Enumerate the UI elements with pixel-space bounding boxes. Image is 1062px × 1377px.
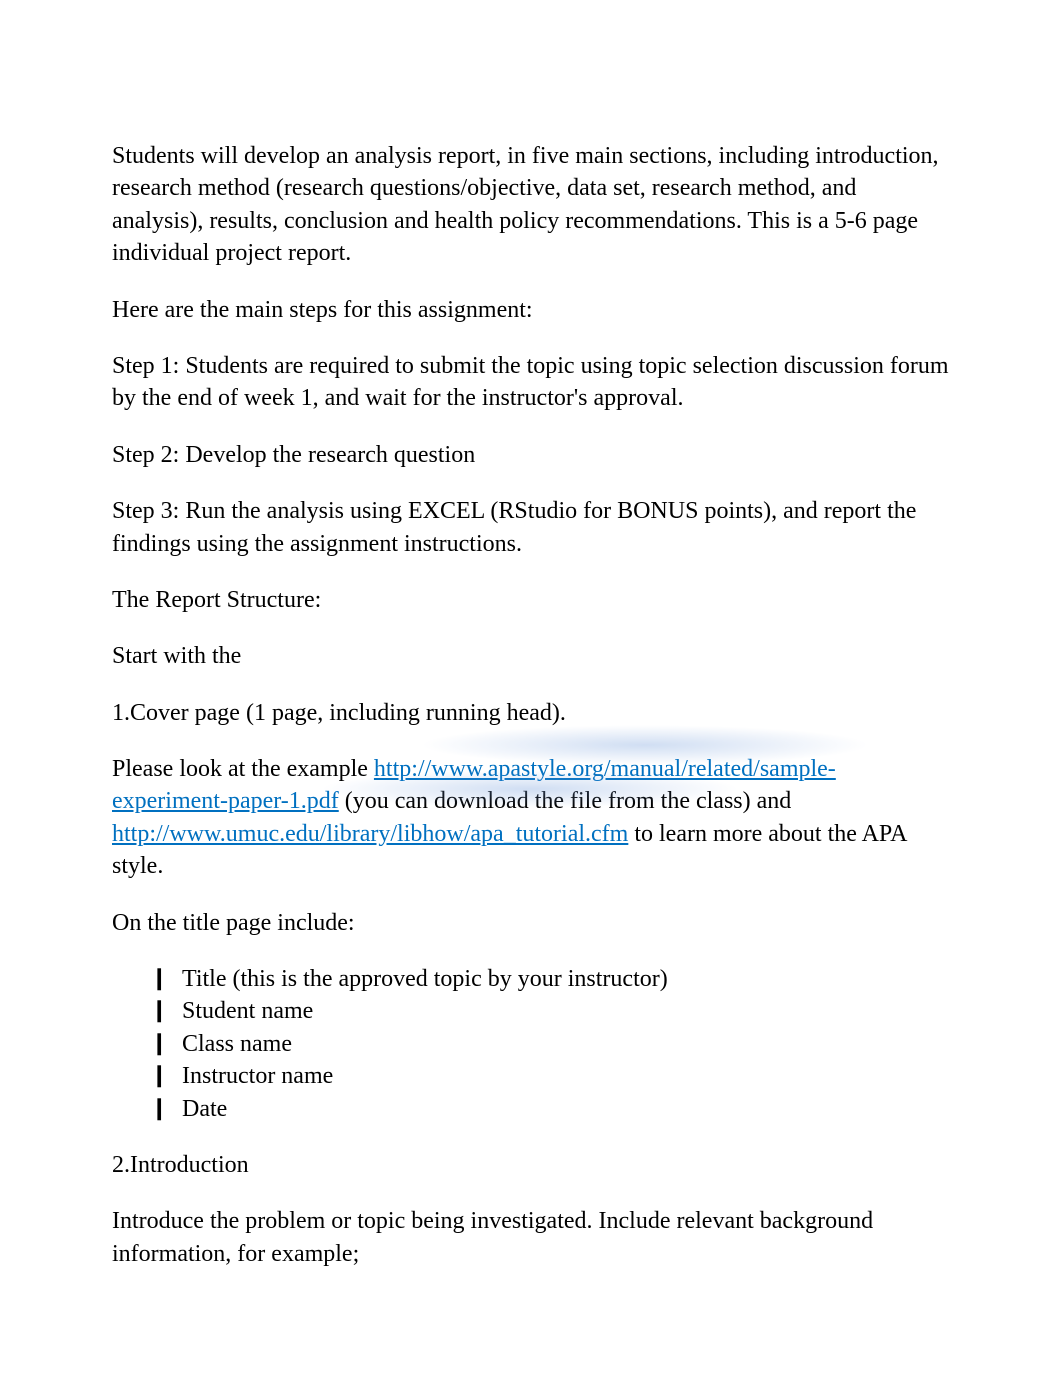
list-item: Class name: [150, 1028, 950, 1060]
text: Students will develop an analysis report…: [112, 143, 939, 169]
section-number: 1.: [112, 700, 130, 726]
on-title-page: On the title page include:: [112, 907, 950, 939]
section-number: 2.: [112, 1152, 130, 1178]
umuc-apa-tutorial-link[interactable]: http://www.umuc.edu/library/libhow/apa_t…: [112, 821, 628, 847]
paragraph-overview: Students will develop an analysis report…: [112, 140, 950, 270]
document-page: Students will develop an analysis report…: [0, 0, 1062, 1344]
introduction-paragraph: Introduce the problem or topic being inv…: [112, 1205, 950, 1270]
step-2: Step 2: Develop the research question: [112, 439, 950, 471]
text: health policy recommendations: [435, 208, 736, 234]
start-with: Start with the: [112, 640, 950, 672]
text: (you can download the file from the clas…: [339, 788, 792, 814]
section-rest: (1 page, including running head).: [240, 700, 566, 726]
title-page-list: Title (this is the approved topic by you…: [112, 963, 950, 1125]
section-introduction: 2.Introduction: [112, 1149, 950, 1181]
text: Please look at the example: [112, 756, 374, 782]
paragraph-main-steps: Here are the main steps for this assignm…: [112, 294, 950, 326]
list-item: Date: [150, 1093, 950, 1125]
section-label: Cover page: [130, 700, 240, 726]
section-label: Introduction: [130, 1152, 249, 1178]
step-1: Step 1: Students are required to submit …: [112, 350, 950, 415]
step-3: Step 3: Run the analysis using EXCEL (RS…: [112, 495, 950, 560]
list-item: Student name: [150, 995, 950, 1027]
section-cover-page: 1.Cover page (1 page, including running …: [112, 697, 950, 729]
please-look-paragraph: Please look at the example http://www.ap…: [112, 753, 950, 883]
list-item: Instructor name: [150, 1060, 950, 1092]
report-structure-heading: The Report Structure:: [112, 584, 950, 616]
list-item: Title (this is the approved topic by you…: [150, 963, 950, 995]
